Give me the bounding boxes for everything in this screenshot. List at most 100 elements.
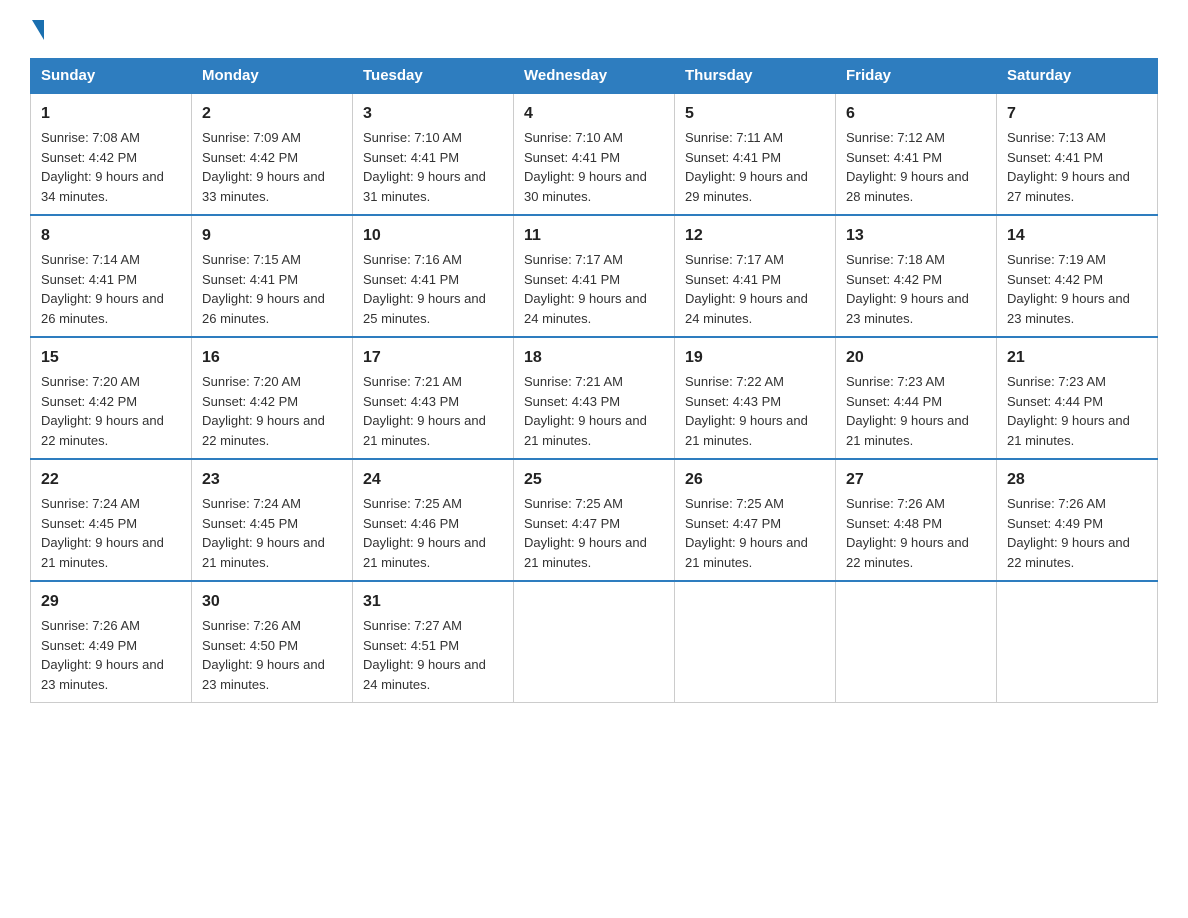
day-info: Sunrise: 7:26 AMSunset: 4:50 PMDaylight:…: [202, 616, 342, 694]
calendar-cell: 4Sunrise: 7:10 AMSunset: 4:41 PMDaylight…: [514, 93, 675, 215]
calendar-week-4: 22Sunrise: 7:24 AMSunset: 4:45 PMDayligh…: [31, 459, 1158, 581]
day-info: Sunrise: 7:22 AMSunset: 4:43 PMDaylight:…: [685, 372, 825, 450]
calendar-body: 1Sunrise: 7:08 AMSunset: 4:42 PMDaylight…: [31, 93, 1158, 703]
col-header-saturday: Saturday: [997, 59, 1158, 94]
day-info: Sunrise: 7:21 AMSunset: 4:43 PMDaylight:…: [524, 372, 664, 450]
calendar-week-1: 1Sunrise: 7:08 AMSunset: 4:42 PMDaylight…: [31, 93, 1158, 215]
day-info: Sunrise: 7:25 AMSunset: 4:46 PMDaylight:…: [363, 494, 503, 572]
day-info: Sunrise: 7:25 AMSunset: 4:47 PMDaylight:…: [524, 494, 664, 572]
day-number: 22: [41, 468, 181, 492]
col-header-monday: Monday: [192, 59, 353, 94]
day-info: Sunrise: 7:26 AMSunset: 4:48 PMDaylight:…: [846, 494, 986, 572]
day-number: 31: [363, 590, 503, 614]
calendar-cell: 11Sunrise: 7:17 AMSunset: 4:41 PMDayligh…: [514, 215, 675, 337]
calendar-cell: 10Sunrise: 7:16 AMSunset: 4:41 PMDayligh…: [353, 215, 514, 337]
calendar-cell: 19Sunrise: 7:22 AMSunset: 4:43 PMDayligh…: [675, 337, 836, 459]
day-number: 23: [202, 468, 342, 492]
day-info: Sunrise: 7:11 AMSunset: 4:41 PMDaylight:…: [685, 128, 825, 206]
day-info: Sunrise: 7:21 AMSunset: 4:43 PMDaylight:…: [363, 372, 503, 450]
calendar-cell: 22Sunrise: 7:24 AMSunset: 4:45 PMDayligh…: [31, 459, 192, 581]
day-number: 17: [363, 346, 503, 370]
day-info: Sunrise: 7:18 AMSunset: 4:42 PMDaylight:…: [846, 250, 986, 328]
calendar-week-3: 15 Sunrise: 7:20 AMSunset: 4:42 PMDayligh…: [31, 337, 1158, 459]
day-number: 21: [1007, 346, 1147, 370]
calendar-cell: 8Sunrise: 7:14 AMSunset: 4:41 PMDaylight…: [31, 215, 192, 337]
day-number: 12: [685, 224, 825, 248]
day-number: 28: [1007, 468, 1147, 492]
day-info: Sunrise: 7:12 AMSunset: 4:41 PMDaylight:…: [846, 128, 986, 206]
day-number: 14: [1007, 224, 1147, 248]
day-number: 15: [41, 346, 181, 370]
day-info: Sunrise: 7:10 AMSunset: 4:41 PMDaylight:…: [524, 128, 664, 206]
calendar-cell: 25Sunrise: 7:25 AMSunset: 4:47 PMDayligh…: [514, 459, 675, 581]
day-info: Sunrise: 7:25 AMSunset: 4:47 PMDaylight:…: [685, 494, 825, 572]
day-info: Sunrise: 7:16 AMSunset: 4:41 PMDaylight:…: [363, 250, 503, 328]
calendar-cell: 24Sunrise: 7:25 AMSunset: 4:46 PMDayligh…: [353, 459, 514, 581]
calendar-cell: 14Sunrise: 7:19 AMSunset: 4:42 PMDayligh…: [997, 215, 1158, 337]
logo-arrow-icon: [32, 20, 44, 40]
col-header-thursday: Thursday: [675, 59, 836, 94]
calendar-cell: 30Sunrise: 7:26 AMSunset: 4:50 PMDayligh…: [192, 581, 353, 703]
day-info: Sunrise: 7:15 AMSunset: 4:41 PMDaylight:…: [202, 250, 342, 328]
calendar-cell: 15Sunrise: 7:20 AMSunset: 4:42 PMDayligh…: [31, 337, 192, 459]
calendar-cell: 9Sunrise: 7:15 AMSunset: 4:41 PMDaylight…: [192, 215, 353, 337]
calendar-cell: 20Sunrise: 7:23 AMSunset: 4:44 PMDayligh…: [836, 337, 997, 459]
day-info: Sunrise: 7:10 AMSunset: 4:41 PMDaylight:…: [363, 128, 503, 206]
day-number: 4: [524, 102, 664, 126]
col-header-sunday: Sunday: [31, 59, 192, 94]
page-header: [30, 20, 1158, 40]
day-info: Sunrise: 7:14 AMSunset: 4:41 PMDaylight:…: [41, 250, 181, 328]
day-number: 5: [685, 102, 825, 126]
day-info: Sunrise: 7:23 AMSunset: 4:44 PMDaylight:…: [1007, 372, 1147, 450]
calendar-cell: [997, 581, 1158, 703]
col-header-friday: Friday: [836, 59, 997, 94]
calendar-cell: 12Sunrise: 7:17 AMSunset: 4:41 PMDayligh…: [675, 215, 836, 337]
day-info: Sunrise: 7:23 AMSunset: 4:44 PMDaylight:…: [846, 372, 986, 450]
day-number: 9: [202, 224, 342, 248]
day-number: 11: [524, 224, 664, 248]
day-info: Sunrise: 7:24 AMSunset: 4:45 PMDaylight:…: [41, 494, 181, 572]
day-number: 26: [685, 468, 825, 492]
day-number: 13: [846, 224, 986, 248]
calendar-cell: 26Sunrise: 7:25 AMSunset: 4:47 PMDayligh…: [675, 459, 836, 581]
calendar-cell: [836, 581, 997, 703]
calendar-cell: 18Sunrise: 7:21 AMSunset: 4:43 PMDayligh…: [514, 337, 675, 459]
day-number: 24: [363, 468, 503, 492]
day-number: 6: [846, 102, 986, 126]
calendar-header: SundayMondayTuesdayWednesdayThursdayFrid…: [31, 59, 1158, 94]
day-number: 18: [524, 346, 664, 370]
day-info: Sunrise: 7:19 AMSunset: 4:42 PMDaylight:…: [1007, 250, 1147, 328]
calendar-cell: 27Sunrise: 7:26 AMSunset: 4:48 PMDayligh…: [836, 459, 997, 581]
col-header-tuesday: Tuesday: [353, 59, 514, 94]
calendar-cell: 29Sunrise: 7:26 AMSunset: 4:49 PMDayligh…: [31, 581, 192, 703]
calendar-week-2: 8Sunrise: 7:14 AMSunset: 4:41 PMDaylight…: [31, 215, 1158, 337]
day-number: 29: [41, 590, 181, 614]
day-info: Sunrise: 7:26 AMSunset: 4:49 PMDaylight:…: [1007, 494, 1147, 572]
day-info: Sunrise: 7:08 AMSunset: 4:42 PMDaylight:…: [41, 128, 181, 206]
calendar-cell: 5Sunrise: 7:11 AMSunset: 4:41 PMDaylight…: [675, 93, 836, 215]
calendar-cell: 21Sunrise: 7:23 AMSunset: 4:44 PMDayligh…: [997, 337, 1158, 459]
header-row: SundayMondayTuesdayWednesdayThursdayFrid…: [31, 59, 1158, 94]
calendar-cell: 1Sunrise: 7:08 AMSunset: 4:42 PMDaylight…: [31, 93, 192, 215]
calendar-cell: 31Sunrise: 7:27 AMSunset: 4:51 PMDayligh…: [353, 581, 514, 703]
calendar-cell: 28Sunrise: 7:26 AMSunset: 4:49 PMDayligh…: [997, 459, 1158, 581]
day-number: 8: [41, 224, 181, 248]
day-number: 19: [685, 346, 825, 370]
calendar-week-5: 29Sunrise: 7:26 AMSunset: 4:49 PMDayligh…: [31, 581, 1158, 703]
day-number: 2: [202, 102, 342, 126]
day-info: Sunrise: 7:26 AMSunset: 4:49 PMDaylight:…: [41, 616, 181, 694]
day-number: 10: [363, 224, 503, 248]
calendar-cell: 3Sunrise: 7:10 AMSunset: 4:41 PMDaylight…: [353, 93, 514, 215]
day-info: Sunrise: 7:20 AMSunset: 4:42 PMDaylight:…: [202, 372, 342, 450]
day-info: Sunrise: 7:17 AMSunset: 4:41 PMDaylight:…: [524, 250, 664, 328]
day-info: Sunrise: 7:09 AMSunset: 4:42 PMDaylight:…: [202, 128, 342, 206]
day-number: 25: [524, 468, 664, 492]
day-info: Sunrise: 7:17 AMSunset: 4:41 PMDaylight:…: [685, 250, 825, 328]
logo: [30, 20, 44, 40]
day-number: 16: [202, 346, 342, 370]
calendar-cell: 6Sunrise: 7:12 AMSunset: 4:41 PMDaylight…: [836, 93, 997, 215]
calendar-cell: 13Sunrise: 7:18 AMSunset: 4:42 PMDayligh…: [836, 215, 997, 337]
day-number: 3: [363, 102, 503, 126]
calendar-cell: 23Sunrise: 7:24 AMSunset: 4:45 PMDayligh…: [192, 459, 353, 581]
calendar-cell: 2Sunrise: 7:09 AMSunset: 4:42 PMDaylight…: [192, 93, 353, 215]
